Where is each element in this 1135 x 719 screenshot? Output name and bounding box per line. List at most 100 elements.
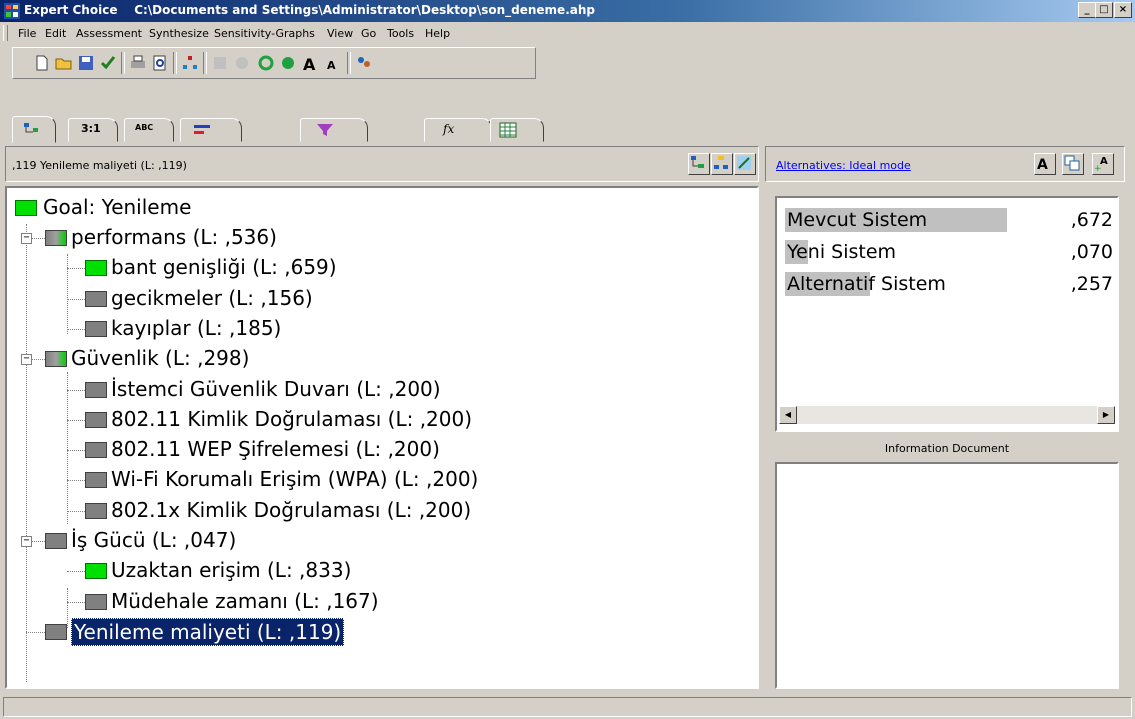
participants-icon[interactable] <box>355 54 373 72</box>
minimize-button[interactable]: _ <box>1078 2 1096 18</box>
tab-graphical[interactable] <box>180 118 242 142</box>
node-label: kayıplar (L: ,185) <box>111 315 282 340</box>
menu-sensitivity-graphs[interactable]: Sensitivity-Graphs <box>214 27 315 40</box>
tree-line <box>67 268 85 270</box>
print-icon[interactable] <box>129 54 147 72</box>
node-label: 802.11 WEP Şifrelemesi (L: ,200) <box>111 437 440 462</box>
alternatives-header: Alternatives: Ideal mode A A + <box>765 146 1125 182</box>
check-icon[interactable] <box>99 54 117 72</box>
collapse-toggle[interactable]: − <box>21 536 32 547</box>
menu-grip[interactable] <box>3 25 8 41</box>
menu-view[interactable]: View <box>327 27 353 40</box>
status-bar <box>3 697 1132 717</box>
information-document-area[interactable] <box>775 462 1119 689</box>
tree-line <box>67 601 85 603</box>
svg-text:+: + <box>1094 164 1102 172</box>
alternative-name: Yeni Sistem <box>787 241 897 263</box>
node-label: Uzaktan erişim (L: ,833) <box>111 558 352 583</box>
alternatives-panel: Alternatives: Ideal mode A A + Mevcut Sis… <box>765 146 1125 689</box>
tool-disabled-icon[interactable] <box>233 54 251 72</box>
alternative-row[interactable]: Alternatif Sistem ,257 <box>785 270 1113 298</box>
tree-icon <box>691 156 704 168</box>
node-label: 802.1x Kimlik Doğrulaması (L: ,200) <box>111 497 472 522</box>
maximize-button[interactable]: □ <box>1095 2 1113 18</box>
recalculate-icon[interactable] <box>279 54 297 72</box>
breadcrumb-bar: ,119 Yenileme maliyeti (L: ,119) <box>5 146 759 182</box>
alternatives-add-button[interactable]: A + <box>1092 153 1114 175</box>
svg-text:A: A <box>327 59 336 72</box>
view-org-button[interactable] <box>711 153 733 175</box>
breadcrumb: ,119 Yenileme maliyeti (L: ,119) <box>12 159 187 172</box>
node-label: Müdehale zamanı (L: ,167) <box>111 588 379 613</box>
goal-label: Goal: Yenileme <box>43 195 192 219</box>
title-bar: Expert Choice C:\Documents and Settings\… <box>0 0 1135 22</box>
open-folder-icon[interactable] <box>55 54 73 72</box>
information-document-label: Information Document <box>884 442 1010 455</box>
tab-pairwise[interactable]: 3:1 <box>68 118 118 142</box>
tree-line <box>26 224 27 682</box>
toolbar-separator <box>173 52 177 74</box>
tab-tree-view[interactable] <box>12 116 56 143</box>
node-label: gecikmeler (L: ,156) <box>111 285 313 310</box>
org-chart-icon <box>714 156 728 169</box>
tab-formula[interactable]: fx <box>424 118 492 142</box>
copy-icon <box>1064 155 1080 171</box>
alternative-row[interactable]: Mevcut Sistem ,672 <box>785 206 1113 234</box>
expert-choice-app-icon <box>4 3 20 19</box>
decrease-font-icon[interactable]: A <box>323 54 341 72</box>
horizontal-scrollbar[interactable]: ◀ ▶ <box>779 406 1115 424</box>
alternatives-copy-button[interactable] <box>1062 153 1084 175</box>
increase-font-icon[interactable]: A <box>301 54 319 72</box>
data-icon <box>317 124 333 136</box>
menu-assessment[interactable]: Assessment <box>76 27 142 40</box>
menu-tools[interactable]: Tools <box>387 27 414 40</box>
tab-grid[interactable] <box>490 118 544 142</box>
menu-edit[interactable]: Edit <box>45 27 66 40</box>
alternatives-list[interactable]: Mevcut Sistem ,672 Yeni Sistem ,070 Alte… <box>775 196 1119 432</box>
priority-indicator <box>85 381 107 398</box>
alternatives-font-button[interactable]: A <box>1034 153 1056 175</box>
font-style-icon: A <box>1037 157 1048 173</box>
priority-indicator <box>45 623 67 640</box>
menu-file[interactable]: File <box>18 27 36 40</box>
menu-bar: File Edit Assessment Synthesize Sensitiv… <box>0 22 1135 44</box>
tree-line <box>67 389 85 391</box>
tree-line <box>67 298 85 300</box>
print-preview-icon[interactable] <box>151 54 169 72</box>
priority-indicator <box>85 472 107 489</box>
scroll-right-button[interactable]: ▶ <box>1097 406 1115 424</box>
alternative-name: Mevcut Sistem <box>787 209 928 231</box>
refresh-icon[interactable] <box>257 54 275 72</box>
tab-data-grid[interactable] <box>300 118 368 142</box>
save-icon[interactable] <box>77 54 95 72</box>
priority-indicator <box>85 502 107 519</box>
menu-go[interactable]: Go <box>361 27 376 40</box>
tree-line <box>67 254 68 334</box>
alternative-value: ,070 <box>1070 241 1113 263</box>
alternative-row[interactable]: Yeni Sistem ,070 <box>785 238 1113 266</box>
add-alternative-icon: A+ <box>1094 156 1108 174</box>
node-label: 802.11 Kimlik Doğrulaması (L: ,200) <box>111 406 473 431</box>
close-button[interactable]: × <box>1114 2 1132 18</box>
node-label: İstemci Güvenlik Duvarı (L: ,200) <box>111 376 441 401</box>
new-file-icon[interactable] <box>33 54 51 72</box>
priority-indicator <box>45 230 67 246</box>
collapse-toggle[interactable]: − <box>21 354 32 366</box>
edit-disabled-icon[interactable] <box>211 54 229 72</box>
view-tree-button[interactable] <box>688 153 710 175</box>
menu-synthesize[interactable]: Synthesize <box>149 27 209 40</box>
view-edit-button[interactable] <box>734 153 756 175</box>
tab-verbal[interactable]: ABC <box>124 118 174 142</box>
tree-line <box>67 510 85 512</box>
node-label: Wi-Fi Korumalı Erişim (WPA) (L: ,200) <box>111 467 479 492</box>
alternatives-mode-link[interactable]: Alternatives: Ideal mode <box>776 159 911 172</box>
node-label: performans (L: ,536) <box>71 225 277 249</box>
hierarchy-icon[interactable] <box>181 54 199 72</box>
scroll-left-button[interactable]: ◀ <box>779 406 797 424</box>
collapse-toggle[interactable]: − <box>21 233 32 244</box>
menu-help[interactable]: Help <box>425 27 450 40</box>
hierarchy-tree[interactable]: performans (L: ,536) − bant genişliği (L: … <box>5 186 759 689</box>
tree-line <box>67 419 85 421</box>
priority-indicator <box>85 593 107 610</box>
tree-line <box>67 588 68 628</box>
